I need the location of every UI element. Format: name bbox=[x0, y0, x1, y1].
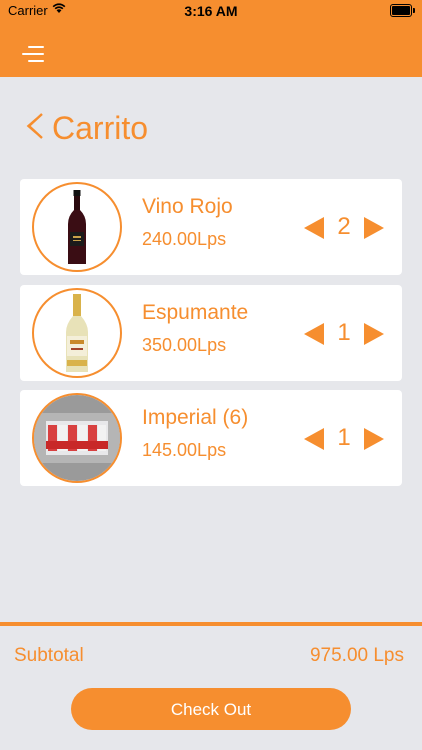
increase-quantity-icon[interactable] bbox=[364, 323, 384, 345]
product-price: 240.00Lps bbox=[142, 229, 227, 249]
page-title: Carrito bbox=[52, 110, 149, 146]
app-header: Carrier 3:16 AM bbox=[0, 0, 422, 77]
status-bar: Carrier 3:16 AM bbox=[0, 0, 422, 22]
increase-quantity-icon[interactable] bbox=[364, 217, 384, 239]
footer-divider bbox=[0, 622, 422, 626]
clock: 3:16 AM bbox=[184, 3, 238, 19]
checkout-button[interactable]: Check Out bbox=[71, 688, 351, 730]
quantity-value: 2 bbox=[337, 213, 351, 240]
product-name: Vino Rojo bbox=[142, 195, 233, 218]
product-name: Espumante bbox=[142, 301, 249, 324]
subtotal-label: Subtotal bbox=[14, 645, 84, 666]
quantity-value: 1 bbox=[337, 319, 351, 346]
decrease-quantity-icon[interactable] bbox=[304, 217, 324, 239]
increase-quantity-icon[interactable] bbox=[364, 428, 384, 450]
subtotal-value: 975.00 Lps bbox=[309, 645, 404, 666]
quantity-value: 1 bbox=[337, 424, 351, 451]
hamburger-menu-icon[interactable] bbox=[22, 44, 48, 66]
decrease-quantity-icon[interactable] bbox=[304, 323, 324, 345]
beer-six-pack-image bbox=[32, 393, 122, 483]
red-wine-bottle-image bbox=[32, 182, 122, 272]
cart-item: Imperial (6) 145.00Lps 1 bbox=[20, 390, 402, 486]
cart-item: Vino Rojo 240.00Lps 2 bbox=[20, 179, 402, 275]
cart-item: Espumante 350.00Lps 1 bbox=[20, 285, 402, 381]
product-price: 350.00Lps bbox=[142, 335, 227, 355]
sparkling-wine-bottle-image bbox=[32, 288, 122, 378]
battery-icon bbox=[390, 4, 415, 17]
product-name: Imperial (6) bbox=[142, 406, 249, 429]
product-price: 145.00Lps bbox=[142, 440, 227, 460]
decrease-quantity-icon[interactable] bbox=[304, 428, 324, 450]
chevron-left-icon[interactable] bbox=[24, 110, 46, 146]
